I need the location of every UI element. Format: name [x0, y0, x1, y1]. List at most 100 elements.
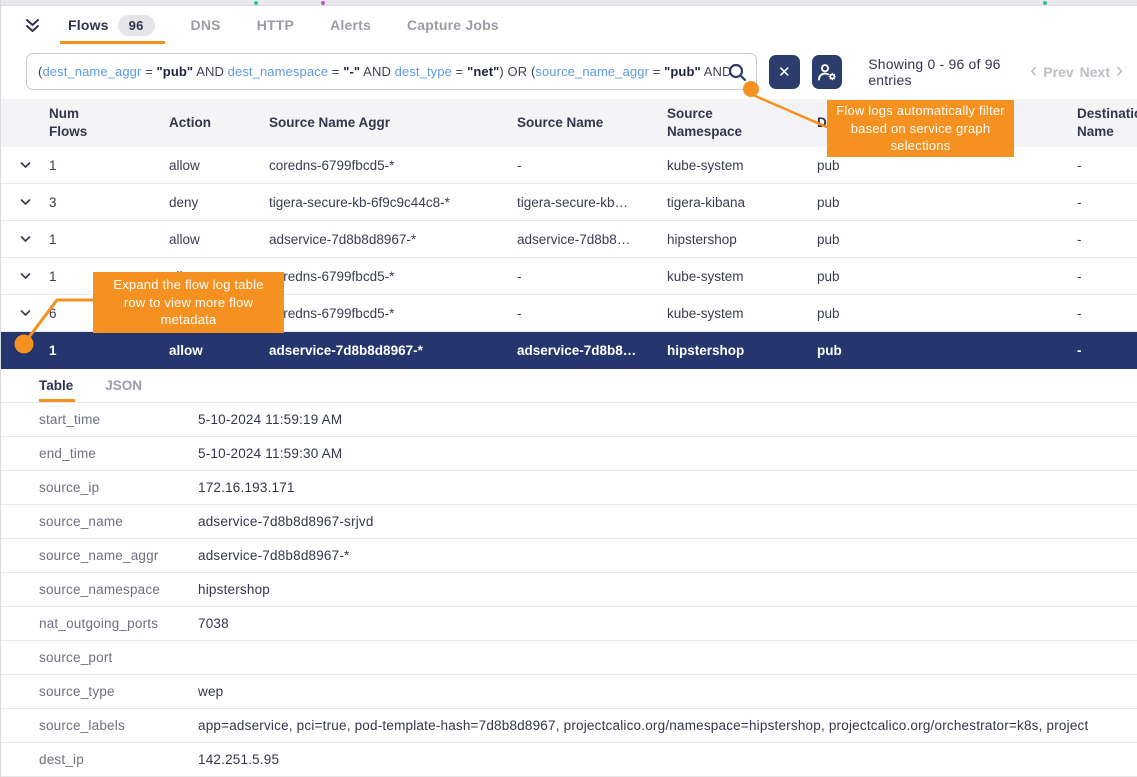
field-key: source_ip [1, 480, 198, 495]
cell-destination-name: - [1077, 269, 1137, 284]
detail-field-row: nat_outgoing_ports7038 [1, 607, 1137, 641]
tab-http[interactable]: HTTP [257, 6, 294, 44]
detail-field-row: source_name_aggradservice-7d8b8d8967-* [1, 539, 1137, 573]
tab-label: Alerts [330, 17, 371, 33]
graph-remnant [321, 1, 325, 5]
column-header-num-flows[interactable]: Num Flows [49, 99, 169, 147]
field-value: adservice-7d8b8d8967-* [198, 548, 350, 563]
field-key: nat_outgoing_ports [1, 616, 198, 631]
graph-remnant [1043, 1, 1047, 5]
tab-label: Flows [68, 17, 109, 33]
expand-row-icon[interactable] [19, 234, 49, 244]
query-token-op: = [649, 64, 664, 79]
cell-source-name: adservice-7d8b8… [517, 343, 667, 358]
tab-capture-jobs[interactable]: Capture Jobs [407, 6, 499, 44]
field-value: 172.16.193.171 [198, 480, 295, 495]
detail-fields: start_time5-10-2024 11:59:19 AMend_time5… [1, 402, 1137, 777]
tab-label: HTTP [257, 17, 294, 33]
query-token-field: dest_name_aggr [42, 64, 141, 79]
flow-table-row[interactable]: 1allowadservice-7d8b8d8967-*adservice-7d… [1, 332, 1137, 369]
expand-note-tooltip: Expand the flow log table row to view mo… [93, 272, 284, 333]
field-key: source_name_aggr [1, 548, 198, 563]
cell-destination-name: - [1077, 232, 1137, 247]
search-icon[interactable] [727, 62, 748, 88]
cell-source-name-aggr: coredns-6799fbcd5-* [269, 158, 517, 173]
cell-source-name: - [517, 269, 667, 284]
expand-row-icon[interactable] [19, 308, 49, 318]
prev-chevron-icon[interactable]: ‹ [1030, 60, 1037, 81]
detail-field-row: dest_ip142.251.5.95 [1, 743, 1137, 777]
detail-field-row: start_time5-10-2024 11:59:19 AM [1, 403, 1137, 437]
cell-num-flows: 3 [49, 195, 169, 210]
tab-dns[interactable]: DNS [191, 6, 221, 44]
cell-dest-name-aggr: pub [817, 195, 1077, 210]
field-value: 7038 [198, 616, 229, 631]
detail-field-row: source_typewep [1, 675, 1137, 709]
field-key: source_port [1, 650, 198, 665]
query-input[interactable]: (dest_name_aggr = "pub" AND dest_namespa… [26, 53, 757, 90]
expand-row-icon[interactable] [19, 160, 49, 170]
column-header-destination-name[interactable]: Destination Name [1077, 99, 1137, 147]
cell-dest-name-aggr: pub [817, 158, 1077, 173]
expand-row-icon[interactable] [19, 197, 49, 207]
tab-flows[interactable]: Flows96 [68, 6, 155, 44]
field-value: wep [198, 684, 223, 699]
field-key: source_type [1, 684, 198, 699]
detail-field-row: source_nameadservice-7d8b8d8967-srjvd [1, 505, 1137, 539]
field-key: source_name [1, 514, 198, 529]
tab-label: Capture Jobs [407, 17, 499, 33]
user-query-settings-button[interactable] [812, 55, 843, 89]
cell-destination-name: - [1077, 158, 1137, 173]
detail-tabs: Table JSON [1, 369, 1137, 402]
cell-source-name-aggr: adservice-7d8b8d8967-* [269, 232, 517, 247]
field-value: 5-10-2024 11:59:30 AM [198, 446, 342, 461]
query-token-field: dest_type [395, 64, 452, 79]
field-key: source_labels [1, 718, 198, 733]
column-header-action[interactable]: Action [169, 108, 269, 138]
cell-source-name: - [517, 306, 667, 321]
query-token-field: source_name_aggr [535, 64, 649, 79]
flow-logs-panel: Flows96 DNS HTTP Alerts Capture Jobs (dest_n… [0, 0, 1137, 777]
cell-num-flows: 1 [49, 158, 169, 173]
flow-table-row[interactable]: 1allowadservice-7d8b8d8967-*adservice-7d… [1, 221, 1137, 258]
cell-action: allow [169, 232, 269, 247]
cell-dest-name-aggr: pub [817, 343, 1077, 358]
next-button[interactable]: Next [1080, 64, 1110, 80]
flow-table-body: 1allowcoredns-6799fbcd5-*-kube-systempub… [1, 147, 1137, 369]
field-key: source_namespace [1, 582, 198, 597]
query-token-op: = [141, 64, 156, 79]
field-value: app=adservice, pci=true, pod-template-ha… [198, 718, 1088, 733]
detail-tab-json[interactable]: JSON [105, 378, 142, 402]
query-token-value: "pub" [664, 64, 701, 79]
prev-button[interactable]: Prev [1043, 64, 1073, 80]
expand-row-icon[interactable] [19, 271, 49, 281]
cell-dest-name-aggr: pub [817, 232, 1077, 247]
filter-note-tooltip: Flow logs automatically filter based on … [827, 100, 1014, 157]
detail-field-row: source_labelsapp=adservice, pci=true, po… [1, 709, 1137, 743]
field-value: hipstershop [198, 582, 270, 597]
query-token-op: ) OR ( [499, 64, 535, 79]
tab-alerts[interactable]: Alerts [330, 6, 371, 44]
collapse-panel-icon[interactable] [23, 16, 42, 35]
query-token-op: = [328, 64, 343, 79]
cell-source-namespace: hipstershop [667, 343, 817, 358]
cell-source-namespace: hipstershop [667, 232, 817, 247]
next-chevron-icon[interactable]: › [1116, 60, 1123, 81]
cell-action: allow [169, 343, 269, 358]
flow-table-row[interactable]: 3denytigera-secure-kb-6f9c9c44c8-*tigera… [1, 184, 1137, 221]
query-token-op: AND [193, 64, 227, 79]
detail-tab-table[interactable]: Table [39, 378, 73, 402]
column-header-source-name-aggr[interactable]: Source Name Aggr [269, 108, 517, 138]
cell-num-flows: 1 [49, 343, 169, 358]
tab-label: DNS [191, 17, 221, 33]
cell-source-name-aggr: coredns-6799fbcd5-* [269, 269, 517, 284]
clear-query-button[interactable]: ✕ [769, 55, 800, 89]
column-header-source-namespace[interactable]: Source Namespace [667, 99, 817, 147]
query-token-op: AND [360, 64, 394, 79]
query-token-field: dest_namespace [228, 64, 328, 79]
results-summary: Showing 0 - 96 of 96 entries [868, 56, 1030, 88]
cell-source-namespace: kube-system [667, 306, 817, 321]
cell-source-namespace: tigera-kibana [667, 195, 817, 210]
cell-source-name-aggr: adservice-7d8b8d8967-* [269, 343, 517, 358]
column-header-source-name[interactable]: Source Name [517, 108, 667, 138]
